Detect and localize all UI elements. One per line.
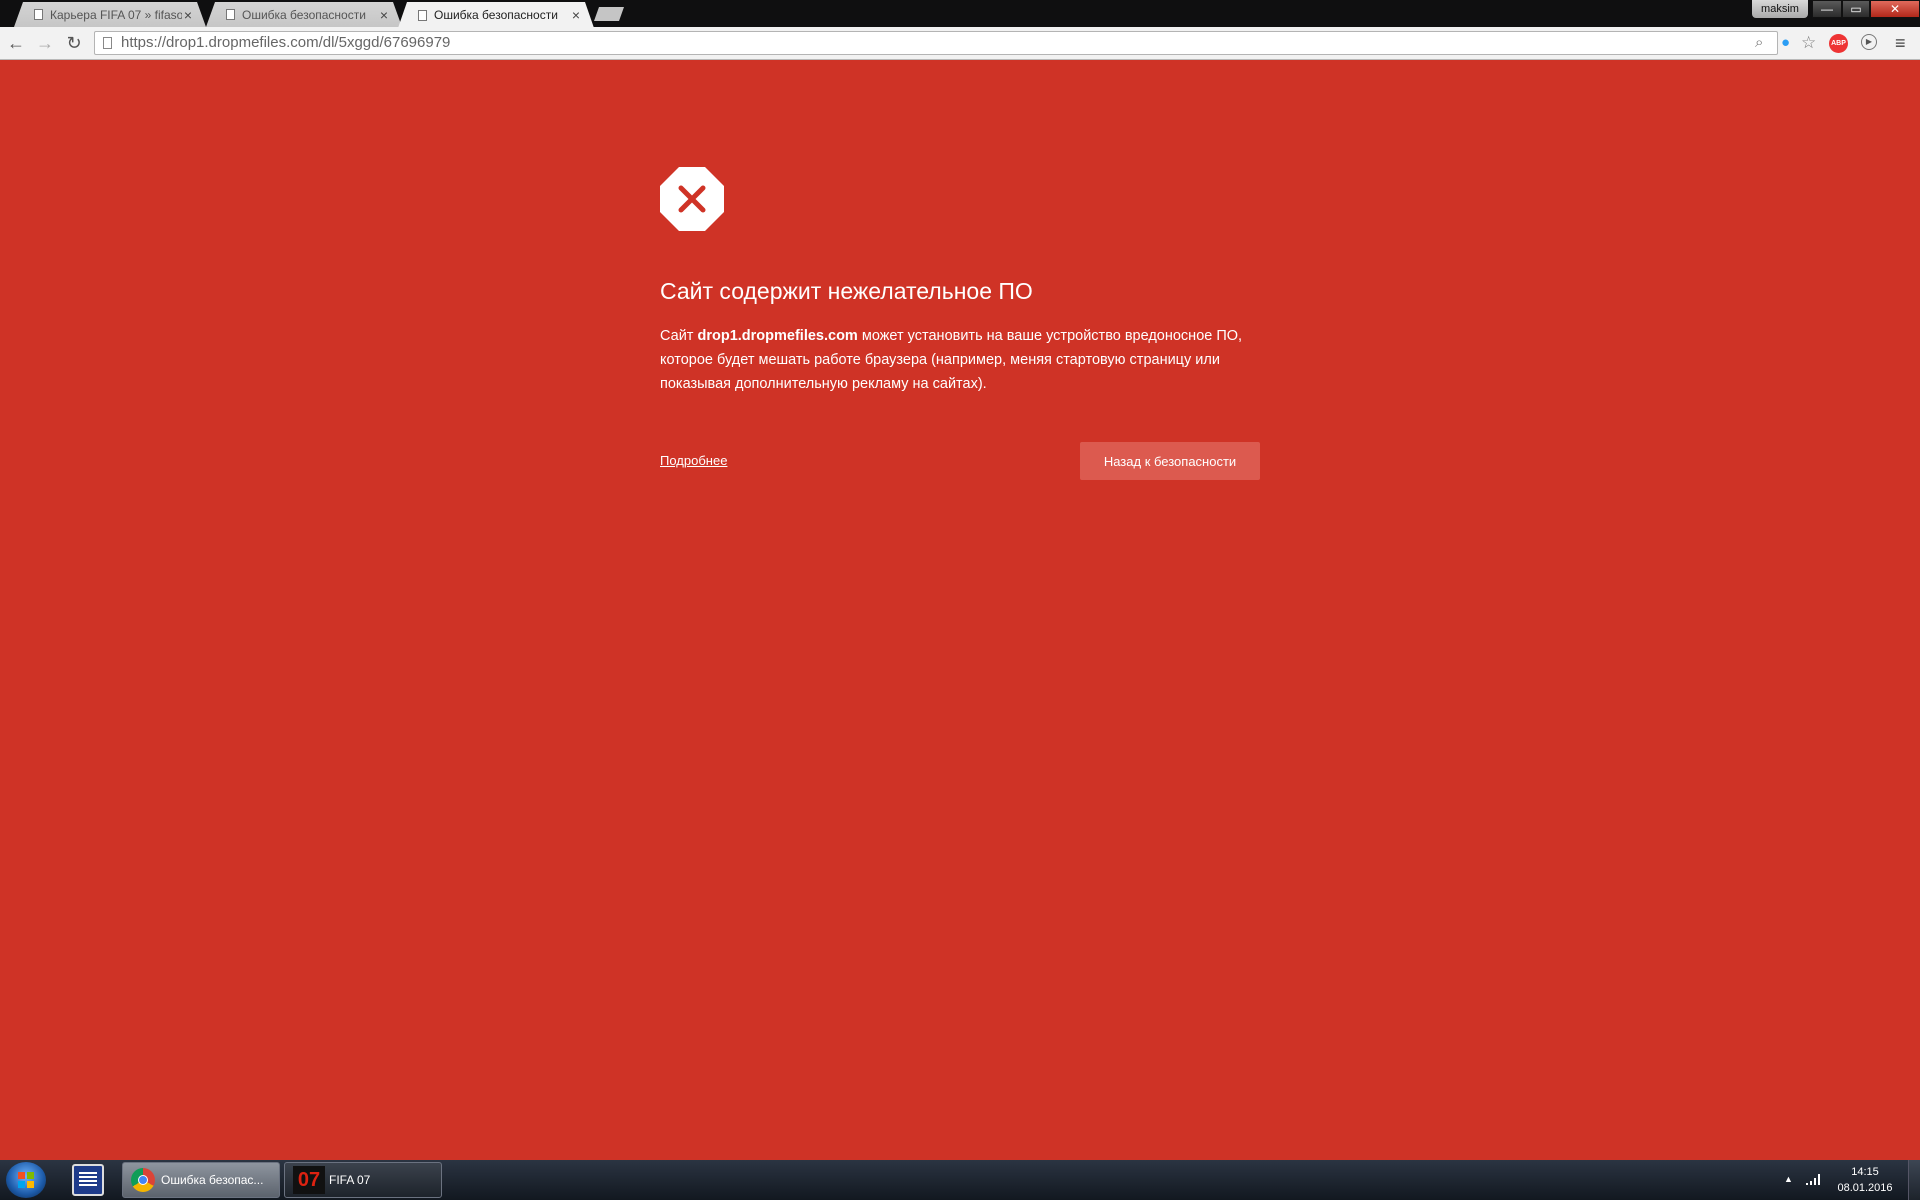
tab-label: Ошибка безопасности — [434, 8, 558, 22]
close-icon[interactable]: × — [572, 7, 580, 23]
reload-icon[interactable]: ↻ — [62, 31, 86, 55]
clock[interactable]: 14:15 08.01.2016 — [1830, 1164, 1900, 1196]
play-icon[interactable]: ▶ — [1861, 34, 1877, 50]
back-to-safety-button[interactable]: Назад к безопасности — [1080, 442, 1260, 480]
close-icon[interactable]: × — [184, 7, 192, 23]
profile-button[interactable]: maksim — [1752, 0, 1808, 18]
details-link[interactable]: Подробнее — [660, 453, 727, 468]
tab-fifa-career[interactable]: Карьера FIFA 07 » fifasoc × — [14, 2, 206, 27]
translate-icon[interactable]: ● — [1781, 35, 1790, 51]
task-label: Ошибка безопас... — [161, 1173, 264, 1187]
interstitial-main: Сайт содержит нежелательное ПО Сайт drop… — [660, 167, 1260, 480]
minimize-button[interactable]: — — [1812, 0, 1842, 18]
tab-label: Ошибка безопасности — [242, 7, 366, 22]
tab-security-error-1[interactable]: Ошибка безопасности × — [206, 2, 402, 27]
abp-icon[interactable]: ABP — [1829, 34, 1848, 53]
taskbar-item-fifa07[interactable]: 07 FIFA 07 — [284, 1162, 442, 1198]
maximize-button[interactable]: ▭ — [1842, 0, 1870, 18]
close-icon[interactable]: × — [380, 7, 388, 23]
address-bar[interactable]: https://drop1.dropmefiles.com/dl/5xggd/6… — [94, 31, 1816, 55]
warning-stop-icon — [660, 167, 724, 231]
description-prefix: Сайт — [660, 328, 694, 344]
start-button[interactable] — [6, 1162, 46, 1198]
page-icon — [34, 9, 43, 20]
forward-icon[interactable]: → — [33, 31, 57, 55]
task-label: FIFA 07 — [329, 1173, 371, 1187]
taskbar: Ошибка безопас... 07 FIFA 07 ▲ 14:15 08.… — [0, 1160, 1920, 1200]
browser-tabstrip: Карьера FIFA 07 » fifasoc × Ошибка безоп… — [0, 0, 1920, 27]
floppy-icon[interactable] — [72, 1164, 104, 1196]
page-title: Сайт содержит нежелательное ПО — [660, 278, 1033, 304]
tab-security-error-2[interactable]: Ошибка безопасности × — [398, 2, 594, 28]
show-desktop-button[interactable] — [1908, 1160, 1920, 1200]
site-domain: drop1.dropmefiles.com — [697, 328, 858, 344]
safe-browsing-page: Сайт содержит нежелательное ПО Сайт drop… — [0, 60, 1920, 1160]
chrome-icon — [131, 1168, 155, 1192]
menu-icon[interactable]: ≡ — [1895, 33, 1906, 54]
back-icon[interactable]: ← — [4, 31, 28, 55]
page-icon — [226, 9, 235, 20]
browser-toolbar: ← → ↻ https://drop1.dropmefiles.com/dl/5… — [0, 27, 1920, 60]
clock-time: 14:15 — [1851, 1166, 1879, 1178]
zoom-icon[interactable]: ⌕ — [1755, 35, 1763, 51]
window-controls: — ▭ ✕ — [1812, 0, 1920, 18]
close-window-button[interactable]: ✕ — [1870, 0, 1920, 18]
url-text[interactable]: https://drop1.dropmefiles.com/dl/5xggd/6… — [121, 32, 450, 54]
page-info-icon[interactable] — [103, 37, 112, 49]
taskbar-item-chrome[interactable]: Ошибка безопас... — [122, 1162, 280, 1198]
tray-expand-icon[interactable]: ▲ — [1784, 1174, 1793, 1184]
network-icon[interactable] — [1806, 1174, 1820, 1185]
warning-description: Сайт drop1.dropmefiles.com может установ… — [660, 324, 1260, 396]
fifa07-icon: 07 — [293, 1166, 325, 1194]
new-tab-button[interactable] — [594, 7, 624, 21]
page-icon — [418, 10, 427, 21]
clock-date: 08.01.2016 — [1837, 1182, 1893, 1194]
bookmark-star-icon[interactable]: ☆ — [1801, 34, 1816, 51]
tab-label: Карьера FIFA 07 » fifasoc — [50, 7, 182, 22]
actions-row: Подробнее Назад к безопасности — [660, 442, 1260, 480]
